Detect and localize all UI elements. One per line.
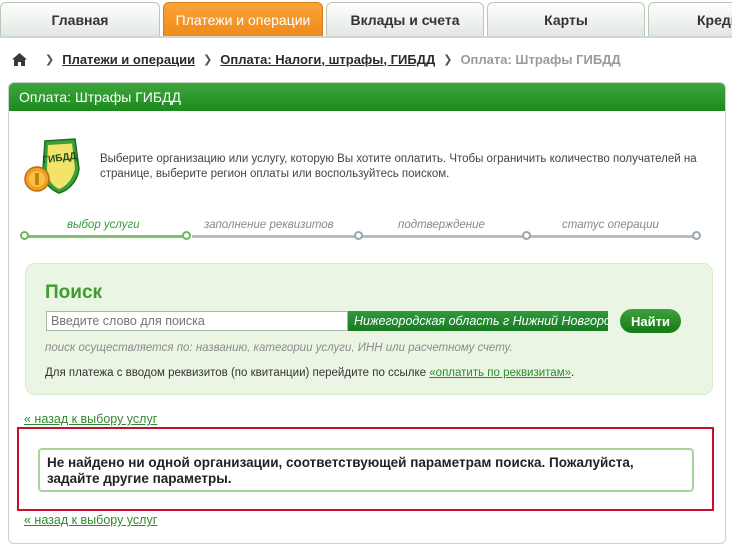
breadcrumb: ❯ Платежи и операции ❯ Оплата: Налоги, ш… bbox=[12, 50, 621, 68]
back-to-services-link[interactable]: « назад к выбору услуг bbox=[24, 412, 157, 426]
intro-text: Выберите организацию или услугу, которую… bbox=[100, 153, 697, 180]
search-box: Поиск Нижегородская область г Нижний Нов… bbox=[25, 263, 713, 395]
requisites-line: Для платежа с вводом реквизитов (по квит… bbox=[45, 367, 574, 379]
region-select[interactable]: Нижегородская область г Нижний Новгород bbox=[348, 311, 608, 331]
pay-by-requisites-link[interactable]: «оплатить по реквизитам» bbox=[429, 367, 571, 379]
search-title: Поиск bbox=[45, 282, 103, 303]
search-button[interactable]: Найти bbox=[620, 309, 681, 333]
home-icon[interactable] bbox=[12, 52, 27, 66]
tab-cards[interactable]: Карты bbox=[487, 2, 645, 36]
payment-panel: Оплата: Штрафы ГИБДД ГИБДД Выберите орга… bbox=[8, 82, 726, 544]
step-line-pending bbox=[192, 235, 700, 238]
top-nav: Главная Платежи и операции Вклады и счет… bbox=[0, 0, 732, 38]
error-message: Не найдено ни одной организации, соответ… bbox=[38, 448, 694, 492]
chevron-right-icon: ❯ bbox=[203, 53, 213, 66]
step-dot bbox=[20, 231, 29, 240]
chevron-right-icon: ❯ bbox=[45, 53, 55, 66]
step-line-done bbox=[24, 235, 188, 238]
breadcrumb-taxes-fines[interactable]: Оплата: Налоги, штрафы, ГИБДД bbox=[220, 52, 435, 67]
search-input[interactable] bbox=[46, 311, 348, 331]
back-to-services-link[interactable]: « назад к выбору услуг bbox=[24, 513, 157, 527]
breadcrumb-payments[interactable]: Платежи и операции bbox=[62, 52, 195, 67]
progress-steps: выбор услуги заполнение реквизитов подтв… bbox=[20, 211, 704, 241]
step-label-confirmation: подтверждение bbox=[398, 219, 485, 231]
step-dot bbox=[354, 231, 363, 240]
tab-home[interactable]: Главная bbox=[0, 2, 160, 36]
step-label-status: статус операции bbox=[562, 219, 659, 231]
step-label-select-service: выбор услуги bbox=[67, 219, 140, 231]
tab-deposits[interactable]: Вклады и счета bbox=[326, 2, 484, 36]
step-dot bbox=[182, 231, 191, 240]
step-dot bbox=[522, 231, 531, 240]
tabs-divider bbox=[0, 36, 732, 38]
panel-title: Оплата: Штрафы ГИБДД bbox=[9, 83, 725, 111]
step-dot bbox=[692, 231, 701, 240]
tab-cards-label: Карты bbox=[544, 11, 588, 28]
chevron-right-icon: ❯ bbox=[443, 53, 453, 66]
requisites-text: Для платежа с вводом реквизитов (по квит… bbox=[45, 367, 427, 379]
tab-payments-label: Платежи и операции bbox=[175, 11, 311, 28]
gibdd-logo: ГИБДД bbox=[24, 138, 80, 194]
step-label-fill-details: заполнение реквизитов bbox=[204, 219, 334, 231]
tab-payments[interactable]: Платежи и операции bbox=[163, 2, 323, 36]
search-hint: поиск осуществляется по: названию, катег… bbox=[45, 342, 513, 354]
breadcrumb-current: Оплата: Штрафы ГИБДД bbox=[460, 51, 621, 67]
tab-deposits-label: Вклады и счета bbox=[350, 11, 460, 28]
error-highlight: Не найдено ни одной организации, соответ… bbox=[17, 427, 714, 511]
tab-home-label: Главная bbox=[51, 11, 109, 28]
tab-credits[interactable]: Креди bbox=[648, 2, 732, 36]
tab-credits-label: Креди bbox=[697, 11, 732, 28]
requisites-end: . bbox=[571, 367, 575, 379]
